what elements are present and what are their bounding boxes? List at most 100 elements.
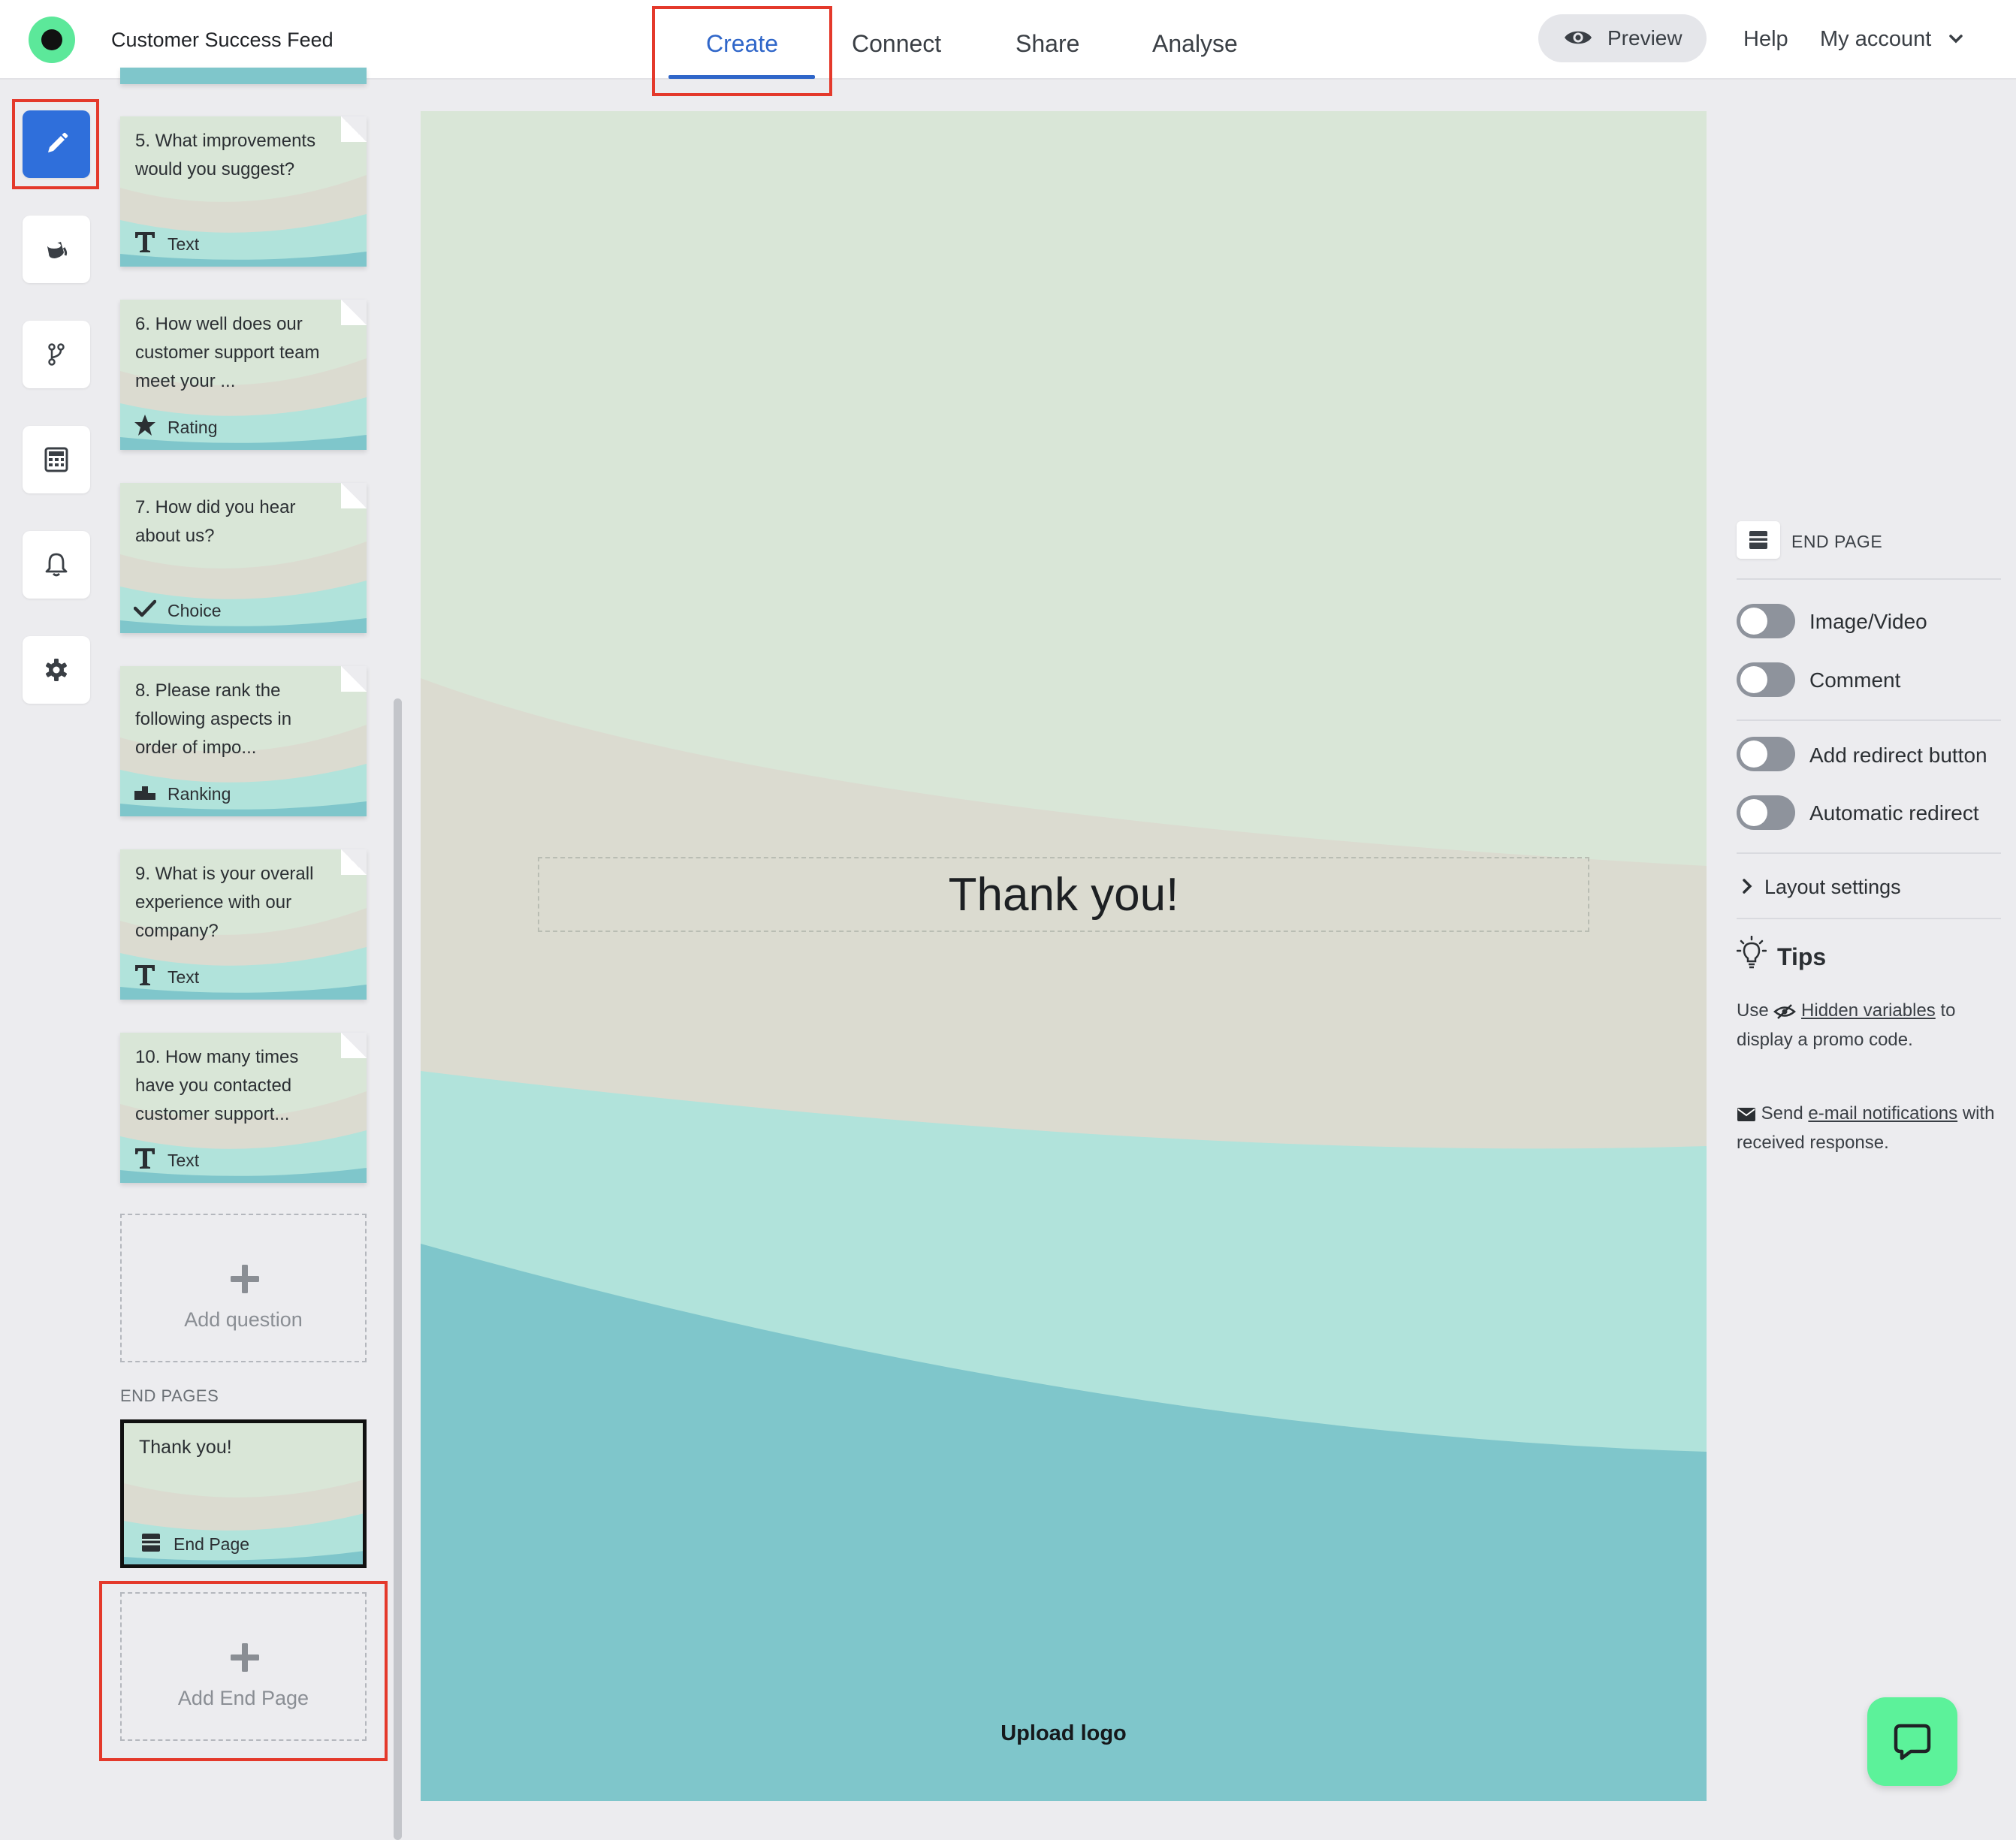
divider: [1737, 852, 2001, 854]
end-page-canvas: Thank you! Upload logo: [421, 111, 1707, 1801]
card-corner-fold: [341, 116, 367, 142]
lightbulb-icon: [1737, 936, 1767, 969]
card-corner-fold: [341, 1033, 367, 1058]
automatic-redirect-toggle[interactable]: [1737, 795, 1795, 830]
email-notifications-link[interactable]: e-mail notifications: [1808, 1103, 1957, 1124]
divider: [1737, 578, 2001, 580]
question-card[interactable]: 10. How many times have you contacted cu…: [120, 1033, 367, 1183]
question-type-label: Ranking: [167, 784, 231, 804]
card-corner-fold: [341, 849, 367, 875]
rail-settings-button[interactable]: [23, 636, 90, 704]
end-pages-section-label: END PAGES: [120, 1386, 219, 1405]
chevron-right-icon[interactable]: [1741, 878, 1753, 894]
text-type-icon: [135, 1148, 155, 1169]
tip-email-notifications: Send e-mail notifications with received …: [1737, 1099, 1999, 1157]
tab-analyse[interactable]: Analyse: [1152, 30, 1238, 58]
preview-button[interactable]: Preview: [1538, 14, 1707, 62]
end-page-card[interactable]: Thank you! End Page: [120, 1419, 367, 1568]
check-icon: [134, 599, 156, 617]
tab-connect[interactable]: Connect: [852, 30, 941, 58]
card-corner-fold: [341, 300, 367, 325]
app-logo[interactable]: [29, 17, 75, 63]
comment-label: Comment: [1809, 668, 1901, 692]
question-card[interactable]: 6. How well does our customer support te…: [120, 300, 367, 450]
star-icon: [134, 415, 155, 436]
tab-share[interactable]: Share: [1016, 30, 1079, 58]
my-account-menu[interactable]: My account: [1820, 27, 1931, 52]
question-text: 10. How many times have you contacted cu…: [135, 1047, 299, 1124]
survey-title[interactable]: Customer Success Feed: [111, 29, 333, 52]
question-card[interactable]: 9. What is your overall experience with …: [120, 849, 367, 1000]
end-page-settings-icon: [1737, 521, 1780, 559]
preview-label: Preview: [1607, 26, 1683, 50]
image-video-toggle[interactable]: [1737, 604, 1795, 638]
settings-section-label: END PAGE: [1791, 532, 1883, 551]
eye-slash-icon: [1773, 1003, 1797, 1019]
plus-icon: [231, 1265, 259, 1293]
canvas-background: [421, 111, 1707, 1801]
question-text: 8. Please rank the following aspects in …: [135, 680, 292, 758]
tip-text: Use: [1737, 1000, 1769, 1021]
hidden-variables-link[interactable]: Hidden variables: [1801, 1000, 1936, 1021]
previous-question-card-partial[interactable]: [120, 68, 367, 84]
branch-icon: [48, 343, 65, 366]
tips-title: Tips: [1777, 943, 1827, 970]
chat-support-button[interactable]: [1867, 1697, 1957, 1786]
add-question-label: Add question: [184, 1308, 303, 1331]
tip-hidden-variables: Use Hidden variables to display a promo …: [1737, 996, 1999, 1054]
sidebar-scrollbar[interactable]: [394, 698, 402, 1840]
create-tab-highlight: [652, 6, 832, 96]
divider: [1737, 719, 2001, 721]
end-page-text: Thank you!: [139, 1437, 232, 1458]
image-video-label: Image/Video: [1809, 610, 1927, 633]
card-corner-fold: [341, 483, 367, 508]
question-text: 6. How well does our customer support te…: [135, 314, 320, 391]
question-type-label: Choice: [167, 601, 222, 620]
question-text: 5. What improvements would you suggest?: [135, 131, 316, 179]
rail-notifications-button[interactable]: [23, 531, 90, 599]
pencil-icon: [48, 132, 68, 152]
eye-icon: [1565, 31, 1592, 44]
add-end-page-button[interactable]: Add End Page: [120, 1592, 367, 1741]
comment-toggle[interactable]: [1737, 662, 1795, 697]
question-type-label: Text: [167, 1151, 200, 1170]
layout-settings-toggle[interactable]: Layout settings: [1764, 876, 1901, 899]
add-redirect-button-label: Add redirect button: [1809, 744, 1987, 767]
bell-icon: [45, 553, 68, 577]
heading-edit-box[interactable]: Thank you!: [538, 857, 1589, 932]
add-end-page-label: Add End Page: [177, 1687, 309, 1709]
text-type-icon: [135, 232, 155, 252]
card-corner-fold: [341, 666, 367, 692]
chat-bubble-icon: [1894, 1724, 1931, 1760]
help-link[interactable]: Help: [1743, 27, 1788, 52]
envelope-icon: [1737, 1107, 1755, 1121]
question-type-label: Text: [167, 234, 200, 254]
rail-edit-button[interactable]: [23, 110, 90, 178]
automatic-redirect-label: Automatic redirect: [1809, 801, 1979, 825]
divider: [1737, 918, 2001, 919]
end-page-type-label: End Page: [174, 1534, 250, 1554]
question-type-label: Rating: [167, 418, 218, 437]
question-card[interactable]: 5. What improvements would you suggest? …: [120, 116, 367, 267]
add-redirect-button-toggle[interactable]: [1737, 737, 1795, 771]
rail-design-button[interactable]: [23, 216, 90, 283]
gear-icon: [46, 659, 67, 681]
question-text: 9. What is your overall experience with …: [135, 864, 314, 941]
question-card[interactable]: 8. Please rank the following aspects in …: [120, 666, 367, 816]
ranking-icon: [134, 786, 155, 800]
chevron-down-icon[interactable]: [1948, 33, 1963, 45]
end-page-icon: [142, 1534, 160, 1552]
question-text: 7. How did you hear about us?: [135, 497, 296, 546]
rail-calculator-button[interactable]: [23, 426, 90, 493]
paint-bucket-icon: [47, 242, 68, 258]
question-card[interactable]: 7. How did you hear about us? Choice: [120, 483, 367, 633]
plus-icon: [231, 1643, 259, 1672]
question-type-label: Text: [167, 967, 200, 987]
tip-text: Send: [1761, 1103, 1803, 1124]
add-question-button[interactable]: Add question: [120, 1214, 367, 1362]
end-page-heading[interactable]: Thank you!: [949, 868, 1179, 922]
end-page-icon: [1749, 531, 1767, 549]
upload-logo-button[interactable]: Upload logo: [421, 1721, 1707, 1746]
rail-logic-button[interactable]: [23, 321, 90, 388]
text-type-icon: [135, 965, 155, 985]
